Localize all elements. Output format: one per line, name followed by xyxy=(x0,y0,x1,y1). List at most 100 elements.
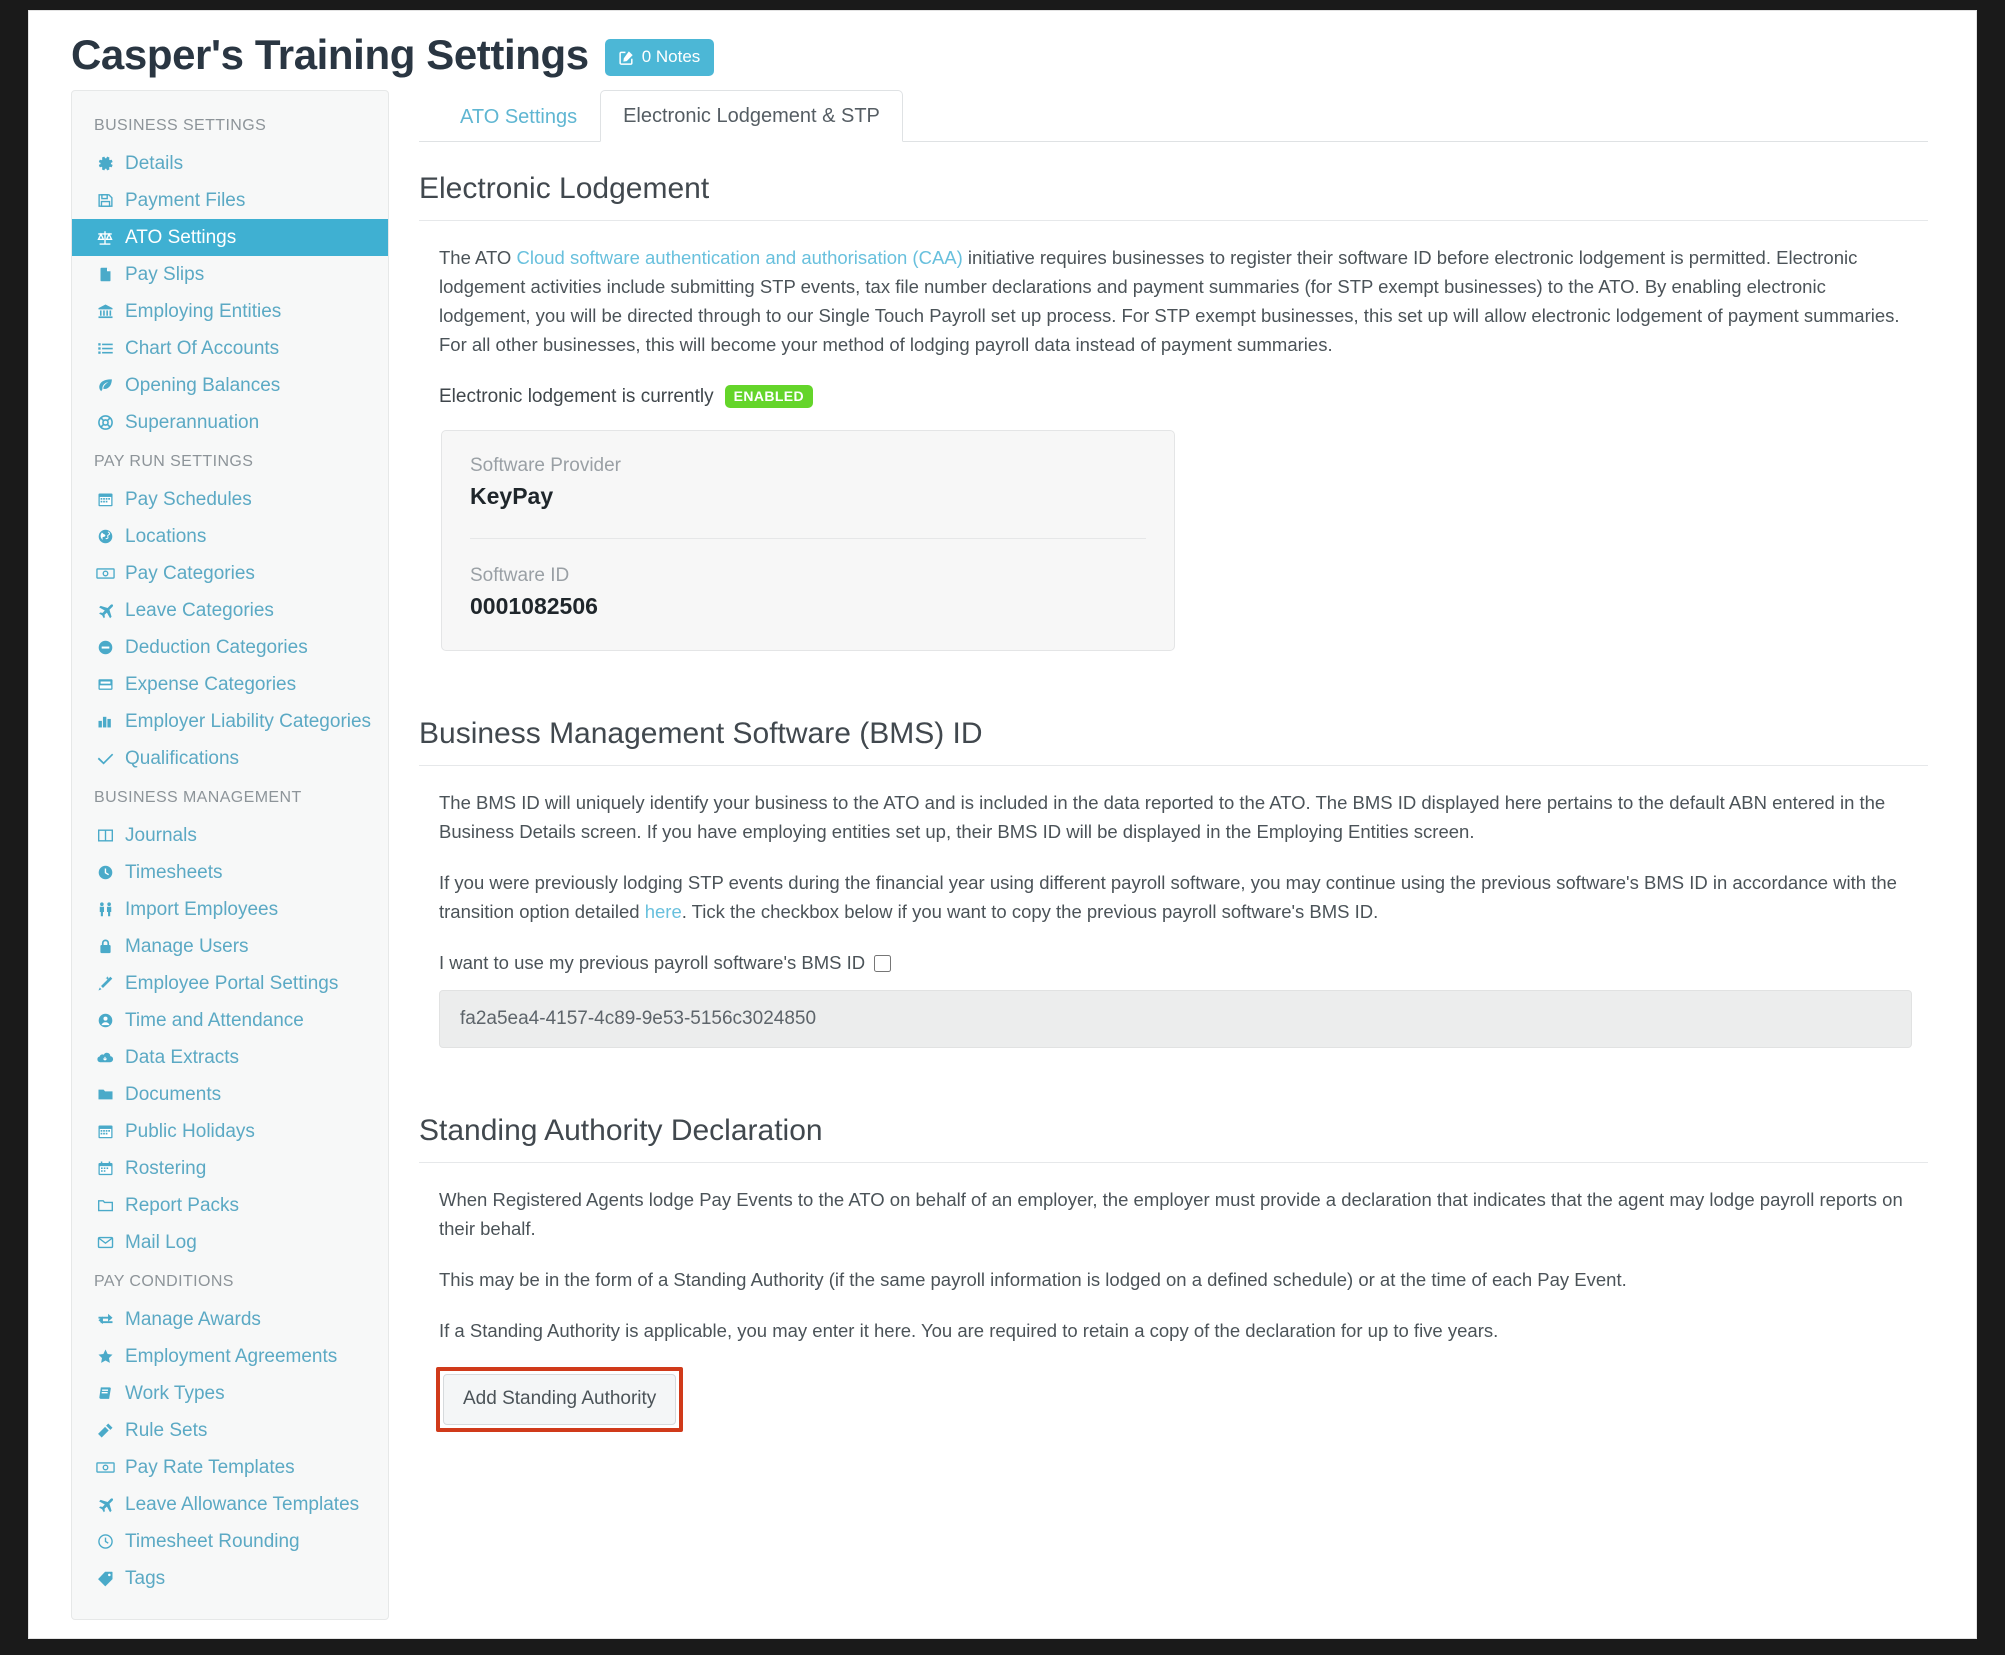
sidebar-item-qualifications[interactable]: Qualifications xyxy=(72,740,388,777)
sidebar-item-pay-rate-templates[interactable]: Pay Rate Templates xyxy=(72,1449,388,1486)
sidebar-item-label: Work Types xyxy=(125,1383,225,1404)
software-id-value: 0001082506 xyxy=(470,593,598,619)
sidebar-item-label: Documents xyxy=(125,1084,222,1105)
caa-link[interactable]: Cloud software authentication and author… xyxy=(516,247,962,268)
sidebar-group-title-pay-run-settings: PAY RUN SETTINGS xyxy=(94,453,254,470)
list-icon xyxy=(94,340,116,357)
leaf-icon xyxy=(94,377,116,394)
sidebar-item-timesheets[interactable]: Timesheets xyxy=(72,854,388,891)
minus-circle-icon xyxy=(94,639,116,656)
electronic-lodgement-intro: The ATO Cloud software authentication an… xyxy=(439,243,1909,359)
sidebar-item-label: Journals xyxy=(125,825,197,846)
sidebar-item-superannuation[interactable]: Superannuation xyxy=(72,404,388,441)
sidebar-item-timesheet-rounding[interactable]: Timesheet Rounding xyxy=(72,1523,388,1560)
sidebar-item-label: Employer Liability Categories xyxy=(125,711,372,732)
folder-icon xyxy=(94,1086,116,1103)
sidebar-item-pay-categories[interactable]: Pay Categories xyxy=(72,555,388,592)
sidebar-item-label: Leave Allowance Templates xyxy=(125,1494,360,1515)
sidebar-item-label: Employing Entities xyxy=(125,301,282,322)
sidebar-item-ato-settings[interactable]: ATO Settings xyxy=(72,219,388,256)
floppy-disk-icon xyxy=(94,192,116,209)
gear-icon xyxy=(94,155,116,172)
sidebar-item-manage-users[interactable]: Manage Users xyxy=(72,928,388,965)
lodgement-status-label: Electronic lodgement is currently xyxy=(439,385,714,407)
previous-bms-checkbox-row[interactable]: I want to use my previous payroll softwa… xyxy=(439,952,1928,974)
clock-outline-icon xyxy=(94,1533,116,1550)
sidebar-item-time-and-attendance[interactable]: Time and Attendance xyxy=(72,1002,388,1039)
check-icon xyxy=(94,750,116,767)
sidebar: BUSINESS SETTINGS Details Payment Files … xyxy=(71,90,389,1620)
tab-ato-settings[interactable]: ATO Settings xyxy=(437,91,600,142)
folder-open-icon xyxy=(94,1197,116,1214)
plane-icon xyxy=(94,602,116,619)
sidebar-item-rostering[interactable]: Rostering xyxy=(72,1150,388,1187)
add-standing-authority-button[interactable]: Add Standing Authority xyxy=(443,1374,677,1425)
sidebar-item-locations[interactable]: Locations xyxy=(72,518,388,555)
sidebar-item-label: ATO Settings xyxy=(125,227,237,248)
sidebar-item-employment-agreements[interactable]: Employment Agreements xyxy=(72,1338,388,1375)
sidebar-item-label: Pay Categories xyxy=(125,563,255,584)
sidebar-item-label: Manage Awards xyxy=(125,1309,261,1330)
sidebar-item-work-types[interactable]: Work Types xyxy=(72,1375,388,1412)
sidebar-item-employee-portal-settings[interactable]: Employee Portal Settings xyxy=(72,965,388,1002)
sidebar-item-label: Employment Agreements xyxy=(125,1346,338,1367)
sidebar-item-pay-slips[interactable]: Pay Slips xyxy=(72,256,388,293)
cloud-download-icon xyxy=(94,1049,116,1066)
sidebar-item-label: Superannuation xyxy=(125,412,260,433)
sidebar-item-import-employees[interactable]: Import Employees xyxy=(72,891,388,928)
sidebar-item-label: Tags xyxy=(125,1568,166,1589)
sidebar-item-manage-awards[interactable]: Manage Awards xyxy=(72,1301,388,1338)
bms-paragraph-1: The BMS ID will uniquely identify your b… xyxy=(439,792,1886,842)
sidebar-item-opening-balances[interactable]: Opening Balances xyxy=(72,367,388,404)
sidebar-item-rule-sets[interactable]: Rule Sets xyxy=(72,1412,388,1449)
sidebar-item-label: Expense Categories xyxy=(125,674,297,695)
sidebar-item-documents[interactable]: Documents xyxy=(72,1076,388,1113)
sidebar-item-tags[interactable]: Tags xyxy=(72,1560,388,1597)
previous-bms-checkbox[interactable] xyxy=(874,954,892,972)
sidebar-item-employing-entities[interactable]: Employing Entities xyxy=(72,293,388,330)
columns-icon xyxy=(94,827,116,844)
calendar-icon xyxy=(94,1123,116,1140)
sidebar-item-label: Manage Users xyxy=(125,936,249,957)
software-provider-card: Software Provider KeyPay Software ID 000… xyxy=(441,430,1175,651)
sidebar-item-mail-log[interactable]: Mail Log xyxy=(72,1224,388,1261)
here-link[interactable]: here xyxy=(645,901,682,922)
user-circle-icon xyxy=(94,1012,116,1029)
status-badge: ENABLED xyxy=(724,385,814,408)
sidebar-item-report-packs[interactable]: Report Packs xyxy=(72,1187,388,1224)
sidebar-item-chart-of-accounts[interactable]: Chart Of Accounts xyxy=(72,330,388,367)
content-area: BUSINESS SETTINGS Details Payment Files … xyxy=(29,76,1976,1620)
software-provider-value: KeyPay xyxy=(470,483,554,509)
sidebar-item-label: Public Holidays xyxy=(125,1121,255,1142)
sidebar-item-label: Pay Rate Templates xyxy=(125,1457,295,1478)
sidebar-item-leave-categories[interactable]: Leave Categories xyxy=(72,592,388,629)
sidebar-item-payment-files[interactable]: Payment Files xyxy=(72,182,388,219)
tab-electronic-lodgement-stp[interactable]: Electronic Lodgement & STP xyxy=(600,90,903,142)
sidebar-group-title-pay-conditions: PAY CONDITIONS xyxy=(94,1273,234,1290)
book-icon xyxy=(94,1385,116,1402)
sidebar-item-data-extracts[interactable]: Data Extracts xyxy=(72,1039,388,1076)
bms-p2-rest: . Tick the checkbox below if you want to… xyxy=(681,901,1379,922)
sidebar-item-label: Locations xyxy=(125,526,207,547)
sidebar-item-leave-allowance-templates[interactable]: Leave Allowance Templates xyxy=(72,1486,388,1523)
sidebar-item-employer-liability-categories[interactable]: Employer Liability Categories xyxy=(72,703,388,740)
intro-prefix: The ATO xyxy=(439,247,517,268)
sidebar-item-journals[interactable]: Journals xyxy=(72,817,388,854)
lock-icon xyxy=(94,938,116,955)
sidebar-item-label: Leave Categories xyxy=(125,600,274,621)
sidebar-item-label: Time and Attendance xyxy=(125,1010,304,1031)
plane-icon xyxy=(94,1496,116,1513)
software-provider-label: Software Provider xyxy=(470,455,622,476)
sidebar-item-deduction-categories[interactable]: Deduction Categories xyxy=(72,629,388,666)
notes-badge[interactable]: 0 Notes xyxy=(604,39,715,76)
sidebar-item-label: Data Extracts xyxy=(125,1047,240,1068)
sidebar-item-pay-schedules[interactable]: Pay Schedules xyxy=(72,481,388,518)
sidebar-item-public-holidays[interactable]: Public Holidays xyxy=(72,1113,388,1150)
sidebar-item-expense-categories[interactable]: Expense Categories xyxy=(72,666,388,703)
sidebar-item-details[interactable]: Details xyxy=(72,145,388,182)
sidebar-item-label: Employee Portal Settings xyxy=(125,973,339,994)
sidebar-item-label: Deduction Categories xyxy=(125,637,308,658)
page-header: Casper's Training Settings 0 Notes xyxy=(29,11,1976,76)
sidebar-item-label: Qualifications xyxy=(125,748,240,769)
tag-icon xyxy=(94,1570,116,1587)
